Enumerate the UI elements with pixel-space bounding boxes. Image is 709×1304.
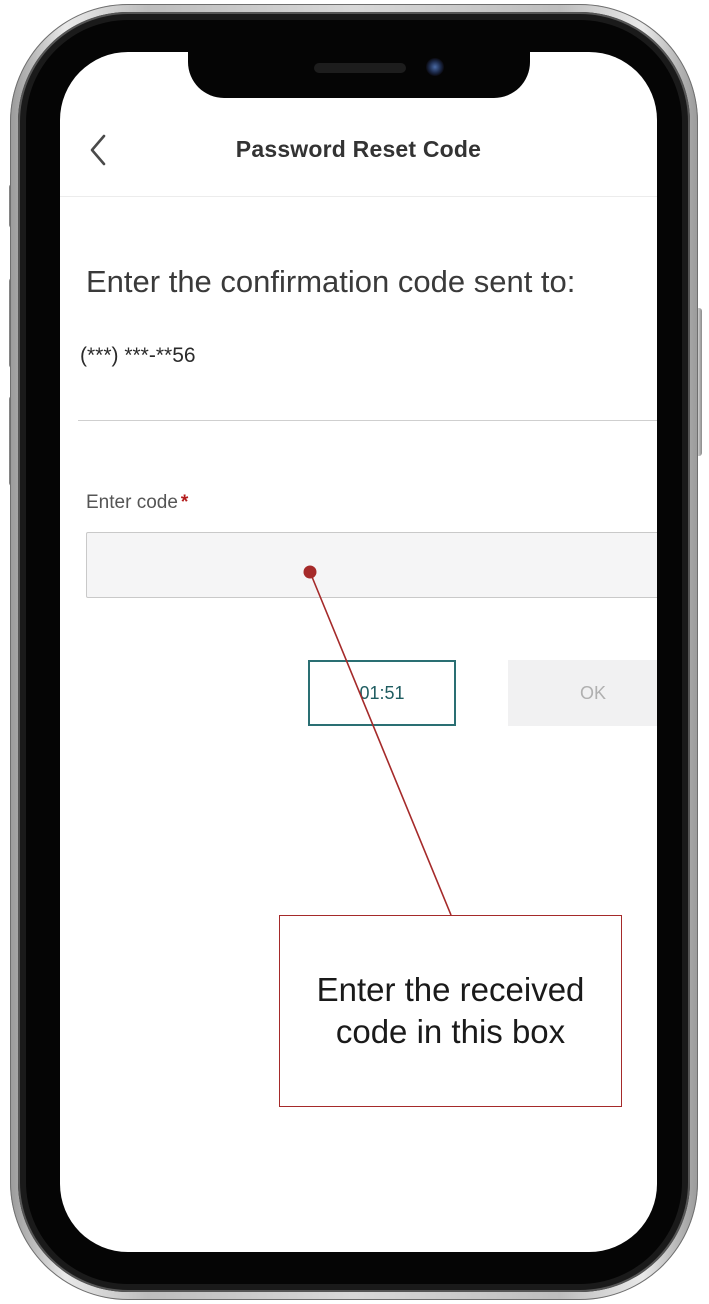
required-asterisk: *	[180, 492, 189, 513]
page-title: Password Reset Code	[235, 136, 482, 162]
masked-phone-number: (***) ***-**56	[80, 344, 196, 367]
app-header: Password Reset Code	[60, 100, 657, 197]
screenshot-stage: Password Reset Code Enter the confirmati…	[0, 0, 709, 1304]
front-camera	[426, 58, 444, 76]
resend-timer-button[interactable]: 01:51	[308, 660, 456, 726]
phone-notch	[188, 52, 530, 98]
annotation-text: Enter the received code in this box	[316, 971, 585, 1050]
ok-button[interactable]: OK	[508, 660, 657, 726]
speaker-grille	[314, 63, 406, 73]
code-input[interactable]	[86, 532, 657, 598]
code-field-label-text: Enter code	[86, 492, 178, 513]
section-divider	[78, 420, 657, 421]
code-field-label: Enter code *	[86, 492, 188, 514]
annotation-callout: Enter the received code in this box	[279, 915, 622, 1107]
confirmation-heading: Enter the confirmation code sent to:	[86, 264, 576, 299]
